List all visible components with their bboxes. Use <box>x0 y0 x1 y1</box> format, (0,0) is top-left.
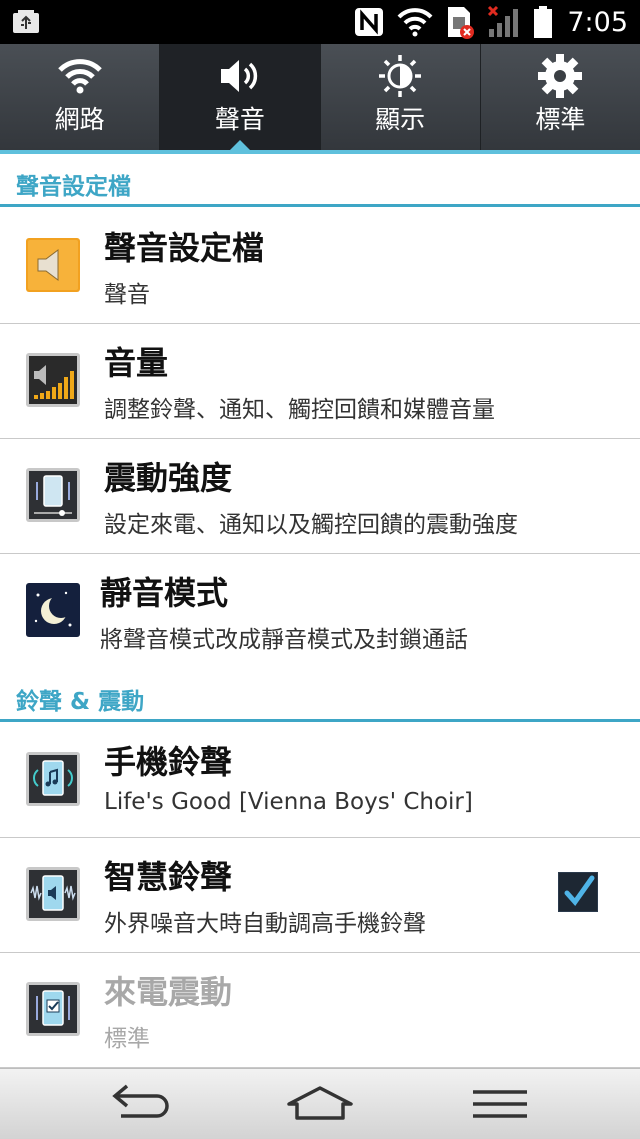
tab-general[interactable]: 標準 <box>481 44 640 150</box>
smart-ringtone-checkbox[interactable] <box>558 872 598 912</box>
item-subtitle: 標準 <box>104 1026 150 1052</box>
menu-button[interactable] <box>440 1077 560 1131</box>
tab-label: 標準 <box>535 105 586 134</box>
section-header-sound-profile: 聲音設定檔 <box>0 155 640 207</box>
battery-icon <box>533 5 553 39</box>
sound-profile-icon <box>26 238 80 292</box>
active-tab-indicator <box>229 140 250 150</box>
list-item-quiet-mode[interactable]: 靜音模式 將聲音模式改成靜音模式及封鎖通話 <box>0 554 640 668</box>
tab-display[interactable]: 顯示 <box>321 44 481 150</box>
back-icon <box>112 1084 169 1118</box>
vibration-strength-icon <box>26 468 80 522</box>
smart-ringtone-icon <box>26 867 80 921</box>
wifi-icon <box>57 59 102 94</box>
clock: 7:05 <box>567 6 628 38</box>
list-item-incoming-vibration[interactable]: 來電震動 標準 <box>0 953 640 1068</box>
home-button[interactable] <box>260 1077 380 1131</box>
item-title: 聲音設定檔 <box>104 229 265 267</box>
item-title: 來電震動 <box>104 973 233 1011</box>
item-subtitle: 調整鈴聲、通知、觸控回饋和媒體音量 <box>104 397 495 423</box>
ringtone-icon <box>26 752 80 806</box>
item-title: 震動強度 <box>104 459 233 497</box>
gear-icon <box>538 54 583 98</box>
tabs-divider <box>0 150 640 154</box>
back-button[interactable] <box>80 1077 200 1131</box>
item-title: 智慧鈴聲 <box>104 858 233 896</box>
incoming-vibration-icon <box>26 982 80 1036</box>
tab-sound[interactable]: 聲音 <box>160 44 321 150</box>
tab-network[interactable]: 網路 <box>0 44 161 150</box>
list-item-volume[interactable]: 音量 調整鈴聲、通知、觸控回饋和媒體音量 <box>0 324 640 439</box>
volume-icon <box>26 353 80 407</box>
tab-label: 網路 <box>54 105 105 134</box>
sim-error-icon <box>445 5 475 39</box>
section-divider <box>0 204 640 207</box>
section-header-ringtone-vibration: 鈴聲 & 震動 <box>0 670 640 722</box>
item-subtitle: 設定來電、通知以及觸控回饋的震動強度 <box>104 512 518 538</box>
status-bar: 7:05 <box>0 0 640 44</box>
signal-icon <box>487 5 521 39</box>
item-subtitle: 將聲音模式改成靜音模式及封鎖通話 <box>100 627 468 653</box>
list-item-vibration-strength[interactable]: 震動強度 設定來電、通知以及觸控回饋的震動強度 <box>0 439 640 554</box>
brightness-icon <box>379 55 422 97</box>
tab-label: 顯示 <box>375 105 426 134</box>
section-title: 鈴聲 & 震動 <box>16 689 145 715</box>
usb-icon <box>13 10 39 33</box>
list-item-sound-profile[interactable]: 聲音設定檔 聲音 <box>0 209 640 324</box>
item-subtitle: 外界噪音大時自動調高手機鈴聲 <box>104 911 426 937</box>
home-icon <box>287 1086 353 1120</box>
item-subtitle: 聲音 <box>104 282 150 308</box>
quiet-mode-icon <box>26 583 80 637</box>
nfc-icon <box>353 6 385 38</box>
speaker-icon <box>220 60 257 92</box>
section-divider <box>0 719 640 722</box>
list-item-smart-ringtone[interactable]: 智慧鈴聲 外界噪音大時自動調高手機鈴聲 <box>0 838 640 953</box>
quick-settings-tabs: 網路 聲音 顯示 標準 <box>0 44 640 150</box>
navigation-bar <box>0 1068 640 1139</box>
list-item-ringtone[interactable]: 手機鈴聲 Life's Good [Vienna Boys' Choir] <box>0 723 640 838</box>
section-title: 聲音設定檔 <box>16 174 131 200</box>
item-title: 音量 <box>104 344 169 382</box>
tab-label: 聲音 <box>214 105 265 134</box>
menu-icon <box>473 1090 527 1118</box>
wifi-icon <box>397 7 433 37</box>
item-subtitle: Life's Good [Vienna Boys' Choir] <box>104 789 473 815</box>
item-title: 手機鈴聲 <box>104 743 233 781</box>
item-title: 靜音模式 <box>100 574 229 612</box>
